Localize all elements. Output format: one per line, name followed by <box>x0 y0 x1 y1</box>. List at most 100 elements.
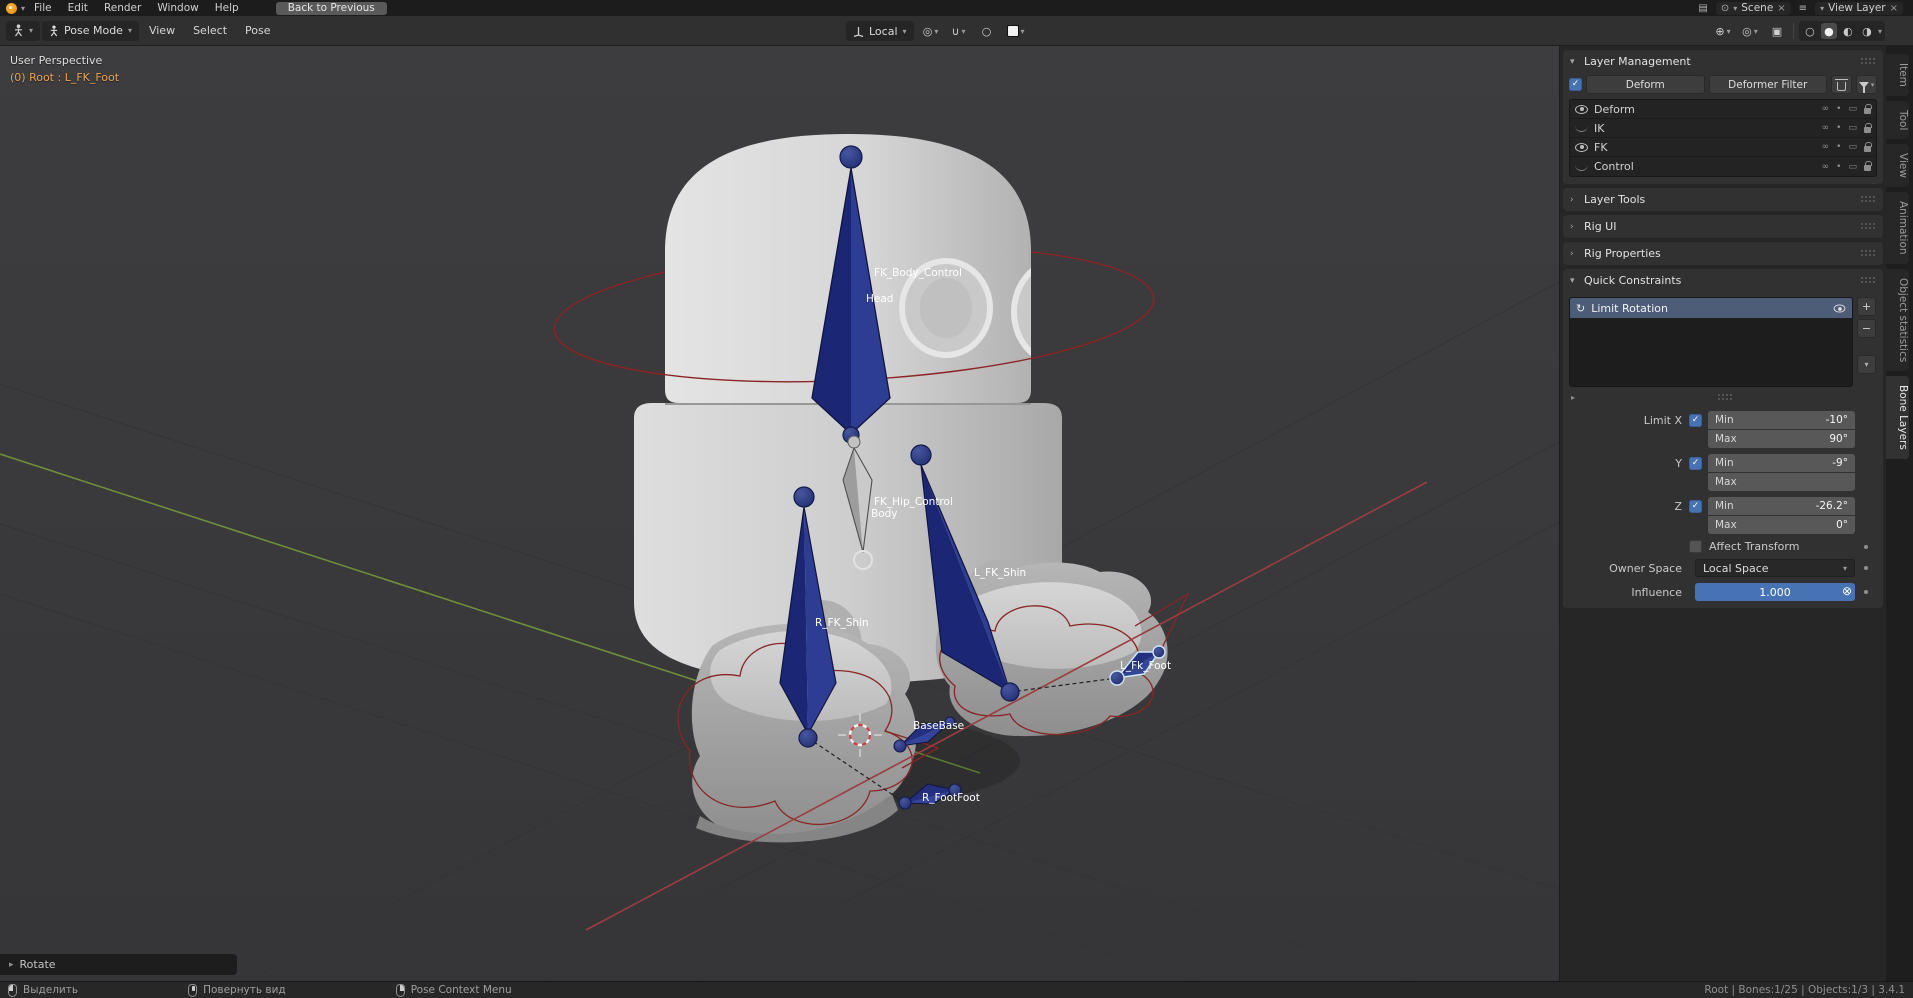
layer-row-fk[interactable]: FK ∞ • ▭ <box>1570 138 1876 157</box>
menu-view[interactable]: View <box>141 24 183 37</box>
tab-animation[interactable]: Animation <box>1886 192 1909 264</box>
visibility-eye-icon[interactable] <box>1575 105 1588 114</box>
snap-button[interactable]: ∪ ▾ <box>948 21 970 41</box>
lock-icon[interactable] <box>1864 165 1871 171</box>
remove-constraint-button[interactable]: − <box>1857 319 1876 338</box>
panel-grip-icon[interactable] <box>1861 277 1876 284</box>
layer-row-control[interactable]: Control ∞ • ▭ <box>1570 157 1876 176</box>
tab-object-statistics[interactable]: Object statistics <box>1886 269 1909 371</box>
dot-icon[interactable]: • <box>1836 123 1841 133</box>
limit-y-checkbox[interactable]: ✓ <box>1689 457 1702 470</box>
panel-header-rig-properties[interactable]: › Rig Properties <box>1563 242 1883 265</box>
menu-select[interactable]: Select <box>185 24 235 37</box>
scene-unlink-icon[interactable]: × <box>1777 3 1785 14</box>
screen-layout-icon[interactable]: ▤ <box>1698 3 1707 14</box>
resize-grip-icon[interactable] <box>1718 394 1733 401</box>
panel-grip-icon[interactable] <box>1861 196 1876 203</box>
link-icon[interactable]: ∞ <box>1822 104 1830 114</box>
overlays-toggle[interactable]: ◎ ▾ <box>1739 21 1761 41</box>
decorator-dot-icon[interactable] <box>1864 545 1868 549</box>
constraint-specials-button[interactable]: ▾ <box>1857 355 1876 374</box>
screen-icon[interactable]: ▭ <box>1848 104 1857 114</box>
menu-render[interactable]: Render <box>97 0 148 16</box>
tab-bone-layers[interactable]: Bone Layers <box>1886 376 1909 459</box>
menu-file[interactable]: File <box>27 0 59 16</box>
trash-button[interactable] <box>1831 75 1852 94</box>
blender-logo-icon[interactable] <box>6 3 17 14</box>
view-layer-icon[interactable]: ≡ <box>1799 3 1807 14</box>
decorator-dot-icon[interactable] <box>1864 590 1868 594</box>
expand-triangle-icon[interactable]: ▸ <box>1571 393 1575 402</box>
panel-header-layer-management[interactable]: ▾ Layer Management <box>1563 50 1883 73</box>
tab-tool[interactable]: Tool <box>1886 101 1909 139</box>
dot-icon[interactable]: • <box>1836 142 1841 152</box>
limit-z-max-field[interactable]: Max 0° <box>1708 516 1855 534</box>
mode-selector[interactable]: Pose Mode ▾ <box>42 21 139 41</box>
panel-grip-icon[interactable] <box>1861 223 1876 230</box>
lock-icon[interactable] <box>1864 146 1871 152</box>
back-to-previous-button[interactable]: Back to Previous <box>276 2 387 15</box>
lock-icon[interactable] <box>1864 108 1871 114</box>
panel-grip-icon[interactable] <box>1861 58 1876 65</box>
lock-icon[interactable] <box>1864 127 1871 133</box>
menu-help[interactable]: Help <box>208 0 246 16</box>
annotation-color-button[interactable]: ▾ <box>1004 21 1028 41</box>
menu-edit[interactable]: Edit <box>61 0 95 16</box>
filter-dropdown-button[interactable]: ▾ <box>1856 75 1877 94</box>
shading-rendered-button[interactable]: ◑ <box>1859 23 1875 39</box>
dot-icon[interactable]: • <box>1836 104 1841 114</box>
screen-icon[interactable]: ▭ <box>1848 123 1857 133</box>
panel-header-rig-ui[interactable]: › Rig UI <box>1563 215 1883 238</box>
app-menu-chevron-icon[interactable]: ▾ <box>21 4 25 13</box>
visibility-eye-icon[interactable] <box>1575 124 1588 132</box>
shading-chevron-icon[interactable]: ▾ <box>1878 27 1882 36</box>
screen-icon[interactable]: ▭ <box>1848 142 1857 152</box>
limit-x-checkbox[interactable]: ✓ <box>1689 414 1702 427</box>
viewport-3d[interactable]: FK_Body_Control Head FK_Hip_Control Body… <box>0 46 1559 981</box>
constraint-eye-icon[interactable] <box>1834 304 1846 312</box>
constraint-expander-row[interactable]: ▸ <box>1571 390 1875 405</box>
visibility-eye-icon[interactable] <box>1575 163 1588 171</box>
limit-x-min-field[interactable]: Min -10° <box>1708 411 1855 429</box>
panel-header-layer-tools[interactable]: › Layer Tools <box>1563 188 1883 211</box>
affect-transform-checkbox[interactable]: ✓ <box>1689 540 1702 553</box>
tab-item[interactable]: Item <box>1886 54 1909 96</box>
proportional-edit-button[interactable]: ○ <box>976 21 998 41</box>
pivot-point-button[interactable]: ◎ ▾ <box>920 21 942 41</box>
deformer-filter-button[interactable]: Deformer Filter <box>1709 75 1828 94</box>
dot-icon[interactable]: • <box>1836 162 1841 172</box>
link-icon[interactable]: ∞ <box>1822 142 1830 152</box>
limit-x-max-field[interactable]: Max 90° <box>1708 430 1855 448</box>
menu-window[interactable]: Window <box>150 0 205 16</box>
scene-canvas[interactable]: FK_Body_Control Head FK_Hip_Control Body… <box>0 46 1559 981</box>
owner-space-dropdown[interactable]: Local Space ▾ <box>1695 559 1855 577</box>
deform-checkbox[interactable]: ✓ <box>1569 78 1582 91</box>
limit-y-min-field[interactable]: Min -9° <box>1708 454 1855 472</box>
decorator-dot-icon[interactable] <box>1864 566 1868 570</box>
limit-y-max-field[interactable]: Max <box>1708 473 1855 491</box>
influence-cancel-icon[interactable]: ⊗ <box>1842 584 1852 598</box>
visibility-eye-icon[interactable] <box>1575 143 1588 152</box>
operator-panel-rotate[interactable]: ▸ Rotate <box>0 954 237 975</box>
layer-row-ik[interactable]: IK ∞ • ▭ <box>1570 119 1876 138</box>
tab-view[interactable]: View <box>1886 144 1909 187</box>
layer-row-deform[interactable]: Deform ∞ • ▭ <box>1570 100 1876 119</box>
xray-toggle[interactable]: ▣ <box>1766 21 1788 41</box>
link-icon[interactable]: ∞ <box>1822 162 1830 172</box>
limit-z-checkbox[interactable]: ✓ <box>1689 500 1702 513</box>
panel-header-quick-constraints[interactable]: ▾ Quick Constraints <box>1563 269 1883 292</box>
menu-pose[interactable]: Pose <box>237 24 278 37</box>
scene-selector[interactable]: ⊙ ▾ Scene × <box>1716 2 1791 15</box>
view-layer-selector[interactable]: ▾ View Layer × <box>1815 2 1903 15</box>
gizmo-toggle[interactable]: ⊕ ▾ <box>1712 21 1734 41</box>
shading-material-button[interactable]: ◐ <box>1840 23 1856 39</box>
view-layer-close-icon[interactable]: × <box>1890 3 1898 14</box>
deform-button[interactable]: Deform <box>1586 75 1705 94</box>
add-constraint-button[interactable]: + <box>1857 297 1876 316</box>
constraint-row-limit-rotation[interactable]: ↻ Limit Rotation <box>1570 298 1852 318</box>
editor-type-button[interactable]: ▾ <box>6 21 40 41</box>
screen-icon[interactable]: ▭ <box>1848 162 1857 172</box>
shading-wireframe-button[interactable]: ○ <box>1802 23 1818 39</box>
shading-solid-button[interactable]: ● <box>1821 23 1837 39</box>
panel-grip-icon[interactable] <box>1861 250 1876 257</box>
